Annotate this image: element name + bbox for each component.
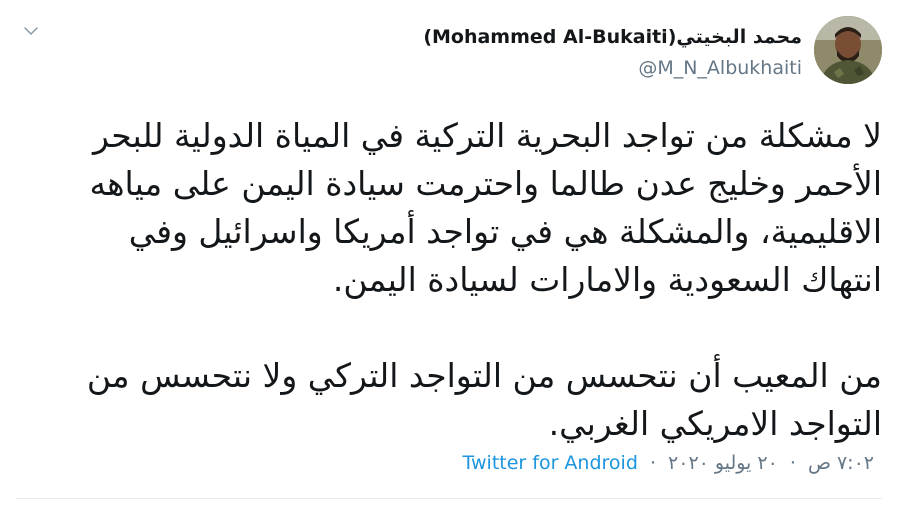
tweet-text: لا مشكلة من تواجد البحرية التركية في الم… [56, 112, 882, 448]
tweet-source-link[interactable]: Twitter for Android [463, 452, 638, 474]
tweet-paragraph: من المعيب أن نتحسس من التواجد التركي ولا… [86, 356, 882, 443]
divider [16, 498, 882, 499]
tweet-date[interactable]: ٢٠ يوليو ٢٠٢٠ [668, 452, 778, 474]
author-names: محمد البخيتي(Mohammed Al-Bukaiti) @M_N_A… [423, 24, 802, 82]
meta-separator: · [789, 452, 796, 474]
tweet-menu-button[interactable] [18, 20, 44, 46]
tweet-card: محمد البخيتي(Mohammed Al-Bukaiti) @M_N_A… [0, 0, 898, 511]
user-handle[interactable]: @M_N_Albukhaiti [423, 54, 802, 82]
meta-separator: · [649, 452, 656, 474]
tweet-paragraph: لا مشكلة من تواجد البحرية التركية في الم… [89, 116, 882, 299]
display-name[interactable]: محمد البخيتي(Mohammed Al-Bukaiti) [423, 24, 802, 50]
chevron-down-icon [22, 22, 40, 44]
tweet-meta: ٧:٠٢ ص · ٢٠ يوليو ٢٠٢٠ · Twitter for And… [463, 452, 874, 474]
profile-photo-icon [814, 16, 882, 84]
tweet-time[interactable]: ٧:٠٢ ص [808, 452, 874, 474]
avatar[interactable] [814, 16, 882, 84]
